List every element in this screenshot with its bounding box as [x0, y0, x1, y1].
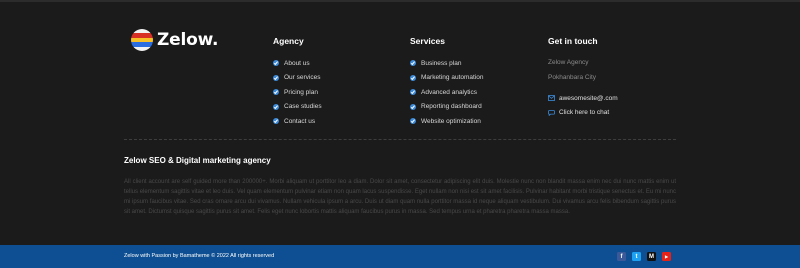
zelow-logo-icon	[131, 29, 153, 51]
email-address: awesomesite@.com	[559, 94, 618, 102]
section-divider	[124, 139, 676, 140]
agency-link-label: Contact us	[284, 117, 316, 125]
check-circle-icon	[273, 89, 279, 96]
agency-link[interactable]: Contact us	[273, 114, 322, 129]
footer-bar: Zelow with Passion by Bamatheme © 2022 A…	[0, 245, 800, 268]
agency-link[interactable]: Case studies	[273, 100, 322, 115]
brand-name: Zelow.	[157, 30, 219, 50]
services-link-label: Reporting dashboard	[421, 103, 482, 111]
medium-icon[interactable]: M	[647, 252, 656, 261]
check-circle-icon	[273, 74, 279, 81]
services-link-label: Advanced analytics	[421, 88, 478, 96]
services-link[interactable]: Advanced analytics	[410, 85, 484, 100]
top-border	[0, 0, 800, 2]
agency-link-label: Case studies	[284, 103, 322, 111]
agency-link-label: Pricing plan	[284, 88, 318, 96]
social-links: f t M ▶	[617, 252, 677, 261]
services-link[interactable]: Reporting dashboard	[410, 100, 484, 115]
about-section: Zelow SEO & Digital marketing agency All…	[124, 156, 676, 217]
check-circle-icon	[410, 89, 416, 96]
agency-link-label: Our services	[284, 74, 321, 82]
services-link-label: Marketing automation	[421, 74, 484, 82]
services-heading: Services	[410, 36, 445, 46]
agency-link[interactable]: About us	[273, 56, 322, 71]
check-circle-icon	[273, 103, 279, 110]
brand-logo[interactable]: Zelow.	[131, 29, 218, 51]
about-body: All client account are self guided more …	[124, 179, 676, 215]
agency-link[interactable]: Our services	[273, 71, 322, 86]
check-circle-icon	[410, 74, 416, 81]
agency-link[interactable]: Pricing plan	[273, 85, 322, 100]
copyright-text: Zelow with Passion by Bamatheme © 2022 A…	[124, 253, 275, 259]
company-name: Zelow Agency	[548, 59, 589, 66]
services-link[interactable]: Website optimization	[410, 114, 484, 129]
company-city: Pokhanbara City	[548, 73, 597, 81]
about-title: Zelow SEO & Digital marketing agency	[124, 156, 271, 165]
facebook-icon[interactable]: f	[617, 252, 626, 261]
chat-bubble-icon	[548, 109, 555, 116]
email-link[interactable]: awesomesite@.com	[548, 91, 618, 106]
check-circle-icon	[273, 118, 279, 125]
agency-link-label: About us	[284, 59, 310, 67]
services-link[interactable]: Business plan	[410, 56, 484, 71]
contact-column: Get in touch Zelow Agency Pokhanbara Cit…	[548, 36, 618, 120]
agency-heading: Agency	[273, 36, 304, 46]
services-link-label: Website optimization	[421, 117, 481, 125]
check-circle-icon	[273, 60, 279, 67]
services-column: Services Business plan Marketing automati…	[410, 36, 484, 129]
chat-label: Click here to chat	[559, 109, 610, 117]
check-circle-icon	[410, 60, 416, 67]
check-circle-icon	[410, 103, 416, 110]
services-link[interactable]: Marketing automation	[410, 71, 484, 86]
agency-column: Agency About us Our services Pricing plan C…	[273, 36, 322, 129]
agency-links: About us Our services Pricing plan Case stu…	[273, 56, 322, 129]
check-circle-icon	[410, 118, 416, 125]
twitter-icon[interactable]: t	[632, 252, 641, 261]
chat-link[interactable]: Click here to chat	[548, 106, 618, 121]
mail-icon	[548, 95, 555, 102]
services-links: Business plan Marketing automation Advance…	[410, 56, 484, 129]
youtube-icon[interactable]: ▶	[662, 252, 671, 261]
services-link-label: Business plan	[421, 59, 462, 67]
contact-heading: Get in touch	[548, 36, 598, 46]
